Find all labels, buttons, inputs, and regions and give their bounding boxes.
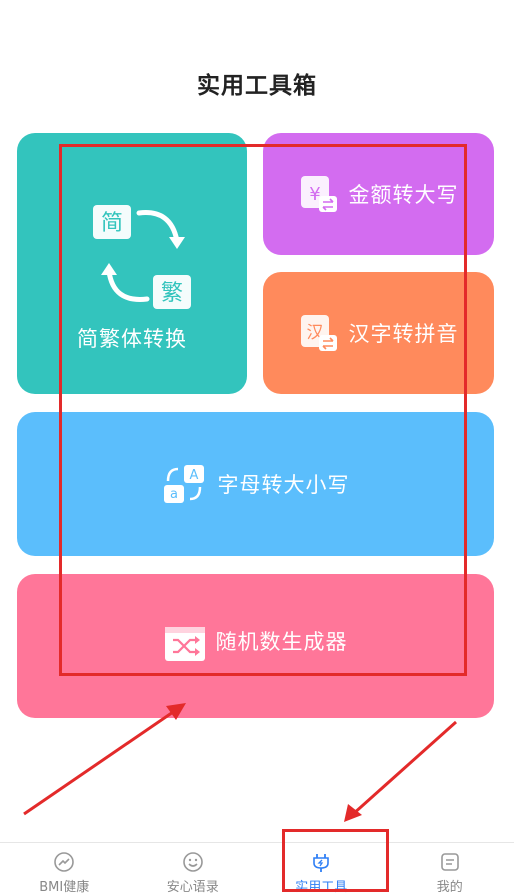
hanzi-convert-icon: 汉 <box>300 315 337 351</box>
nav-label-quotes: 安心语录 <box>166 880 219 895</box>
svg-text:繁: 繁 <box>161 281 183 306</box>
tool-label-letter-case: 字母转大小写 <box>217 473 350 497</box>
nav-label-mine: 我的 <box>436 880 463 895</box>
tool-card-letter-case[interactable]: A a 字母转大小写 <box>17 412 494 556</box>
svg-text:简: 简 <box>101 211 123 236</box>
nav-item-quotes[interactable]: 安心语录 <box>129 843 258 895</box>
svg-text:a: a <box>170 487 178 502</box>
bottom-nav: BMI健康 安心语录 实用工具 我的 <box>0 842 514 895</box>
trend-icon <box>54 852 75 872</box>
nav-label-tools: 实用工具 <box>295 880 348 895</box>
tool-card-fanjian[interactable]: 简 繁 简繁体转换 <box>17 133 247 394</box>
profile-card-icon <box>440 853 459 871</box>
svg-text:A: A <box>189 468 198 483</box>
tool-label-pinyin: 汉字转拼音 <box>348 322 459 346</box>
smile-icon <box>182 852 203 872</box>
tool-label-fanjian: 简繁体转换 <box>77 327 187 351</box>
nav-item-tools[interactable]: 实用工具 <box>257 843 386 895</box>
tool-card-money[interactable]: ¥ 金额转大写 <box>263 133 494 255</box>
yen-convert-icon: ¥ <box>300 176 337 212</box>
convert-arrows-icon: 简 繁 <box>93 205 191 309</box>
tool-card-random[interactable]: 随机数生成器 <box>17 574 494 718</box>
shuffle-icon <box>164 627 205 661</box>
nav-label-bmi: BMI健康 <box>39 880 90 895</box>
nav-item-mine[interactable]: 我的 <box>386 843 514 895</box>
tool-card-pinyin[interactable]: 汉 汉字转拼音 <box>263 272 494 394</box>
letter-case-icon: A a <box>163 465 204 503</box>
tool-plug-icon <box>313 854 330 872</box>
page-title: 实用工具箱 <box>197 73 317 99</box>
tool-label-random: 随机数生成器 <box>215 630 348 654</box>
nav-item-bmi[interactable]: BMI健康 <box>0 843 129 895</box>
tool-label-money: 金额转大写 <box>348 183 459 207</box>
